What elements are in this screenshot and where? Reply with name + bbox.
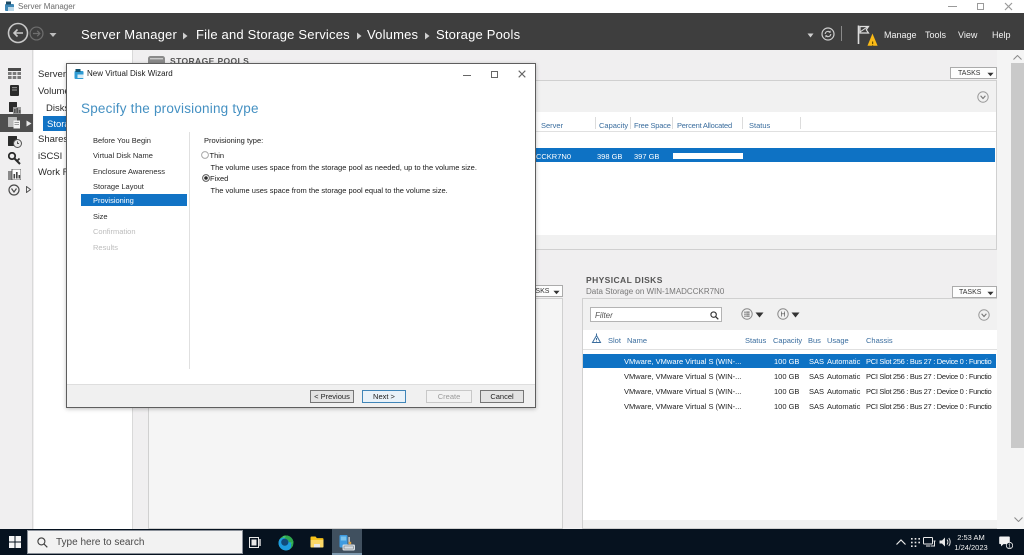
svg-text:1: 1	[1008, 544, 1011, 549]
svg-text:H: H	[780, 312, 785, 319]
